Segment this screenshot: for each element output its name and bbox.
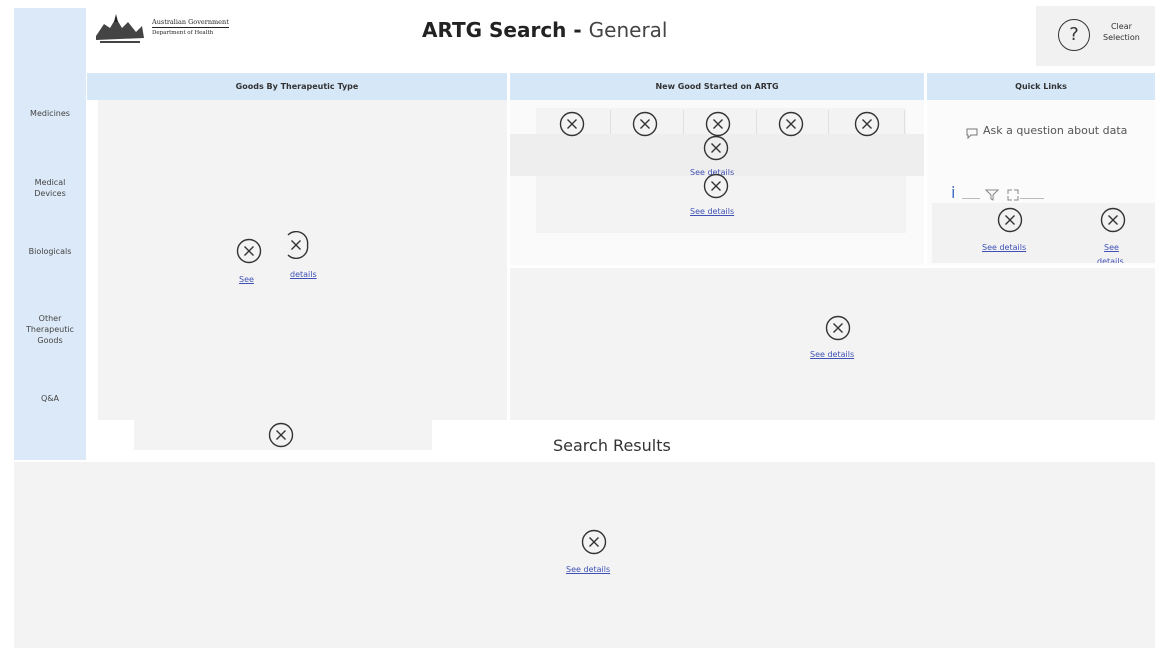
circle-x-icon <box>777 110 805 138</box>
filter-icon[interactable] <box>984 186 1000 201</box>
page-title: ARTG Search - General <box>422 18 668 42</box>
circle-x-icon <box>580 528 608 556</box>
search-results-title: Search Results <box>553 436 671 455</box>
details-link-partial[interactable]: details <box>1097 257 1124 263</box>
divider <box>1020 198 1044 199</box>
circle-x-icon <box>282 231 310 259</box>
logo-line-1: Australian Government <box>152 18 229 28</box>
see-details-link[interactable]: See details <box>982 243 1026 252</box>
new-goods-header: New Good Started on ARTG <box>510 73 924 100</box>
circle-x-icon <box>235 237 263 265</box>
nav-qa[interactable]: Q&A <box>14 393 86 404</box>
divider <box>962 198 980 199</box>
see-details-link[interactable]: See details <box>690 207 734 216</box>
goods-by-type-header: Goods By Therapeutic Type <box>87 73 507 100</box>
circle-x-icon <box>824 314 852 342</box>
help-clear-panel: ? Clear Selection <box>1036 6 1155 66</box>
clear-selection-button[interactable]: Clear Selection <box>1103 21 1140 43</box>
see-link[interactable]: See <box>239 275 254 284</box>
coat-of-arms-icon <box>96 14 144 43</box>
see-link[interactable]: See <box>1104 243 1119 252</box>
government-logo: Australian Government Department of Heal… <box>92 12 262 46</box>
info-icon[interactable]: i <box>951 183 955 202</box>
divider <box>610 110 611 134</box>
chart-panel <box>510 268 1155 420</box>
circle-x-icon <box>702 172 730 200</box>
nav-medicines[interactable]: Medicines <box>14 108 86 119</box>
left-nav: Medicines Medical Devices Biologicals Oth… <box>14 8 86 460</box>
divider <box>756 110 757 134</box>
see-details-link[interactable]: See details <box>810 350 854 359</box>
goods-by-type-panel <box>98 100 507 420</box>
quick-links-header: Quick Links <box>927 73 1155 100</box>
details-link[interactable]: details <box>290 270 317 279</box>
circle-x-icon <box>558 110 586 138</box>
comment-icon <box>966 124 978 140</box>
circle-x-icon <box>996 206 1024 234</box>
circle-x-icon <box>702 134 730 162</box>
help-circle-icon[interactable]: ? <box>1058 19 1090 51</box>
divider <box>683 110 684 134</box>
circle-x-icon <box>631 110 659 138</box>
nav-biologicals[interactable]: Biologicals <box>14 246 86 257</box>
expand-icon[interactable] <box>1007 186 1019 201</box>
nav-other-therapeutic-goods[interactable]: Other Therapeutic Goods <box>14 313 86 346</box>
logo-line-2: Department of Health <box>152 30 214 36</box>
ask-question-input[interactable]: Ask a question about data <box>983 124 1127 137</box>
circle-x-icon <box>1099 206 1127 234</box>
circle-x-icon <box>853 110 881 138</box>
nav-medical-devices[interactable]: Medical Devices <box>14 177 86 199</box>
circle-x-icon <box>267 421 295 449</box>
divider <box>904 110 905 134</box>
divider <box>828 110 829 134</box>
see-details-link[interactable]: See details <box>566 565 610 574</box>
